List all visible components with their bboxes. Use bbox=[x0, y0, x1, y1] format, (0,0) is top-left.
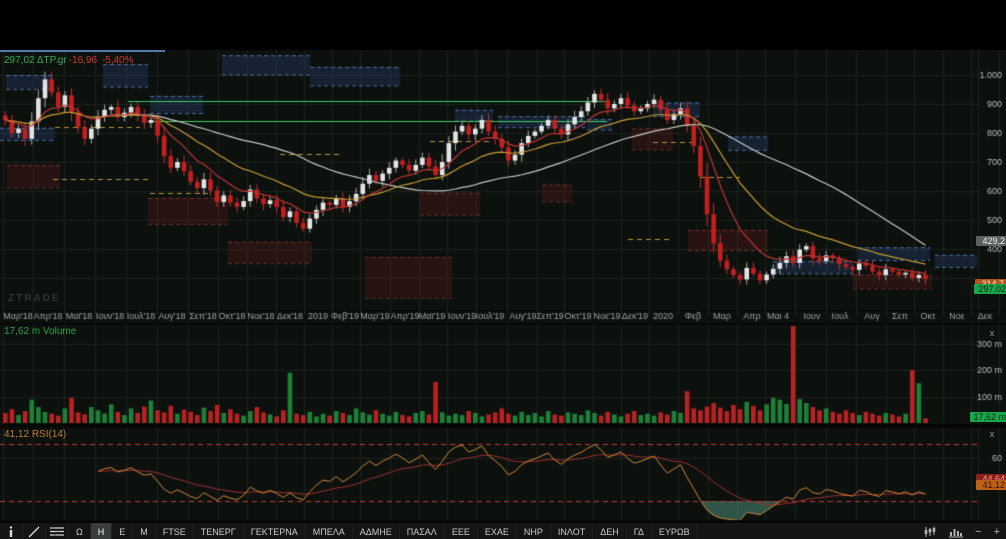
candles-view-icon[interactable] bbox=[917, 523, 943, 539]
timeframe-button-Ω[interactable]: Ω bbox=[69, 523, 91, 539]
symbol-legend: 297,02 ΔTP.gr -16,96 -5,40% bbox=[4, 55, 134, 66]
ticker-button-ΜΠΕΛΑ[interactable]: ΜΠΕΛΑ bbox=[306, 523, 353, 539]
timeframe-group: ΩΗΕΜ bbox=[69, 523, 156, 539]
symbol-name: ΔTP.gr bbox=[36, 55, 67, 66]
chart-canvas[interactable] bbox=[0, 0, 1006, 522]
ticker-shortcuts-group: FTSE ΤΕΝΕΡΓ ΓΕΚΤΕΡΝΑ ΜΠΕΛΑ ΑΔΜΗΕ ΠΑΣΑΛ ΕΕΕ ΕΧΑΕ… bbox=[156, 523, 698, 539]
trading-app: 297,02 ΔTP.gr -16,96 -5,40% 17,62 m Volum… bbox=[0, 0, 1006, 539]
info-icon[interactable] bbox=[0, 523, 23, 539]
ticker-button-ΓΕΚΤΕΡΝΑ[interactable]: ΓΕΚΤΕΡΝΑ bbox=[244, 523, 306, 539]
ticker-button-ΔΕΗ[interactable]: ΔΕΗ bbox=[593, 523, 627, 539]
zoom-controls: − + bbox=[917, 523, 1006, 539]
timeframe-button-Μ[interactable]: Μ bbox=[133, 523, 156, 539]
zoom-out-button[interactable]: − bbox=[969, 523, 987, 539]
timeframe-button-Ε[interactable]: Ε bbox=[112, 523, 134, 539]
ticker-button-ΤΕΝΕΡΓ[interactable]: ΤΕΝΕΡΓ bbox=[194, 523, 244, 539]
rsi-value: 41,12 bbox=[4, 429, 30, 440]
ma-white-value-badge: 429,2 bbox=[976, 236, 1006, 246]
ticker-button-ΓΔ[interactable]: ΓΔ bbox=[627, 523, 652, 539]
ticker-button-ΕΧΑΕ[interactable]: ΕΧΑΕ bbox=[478, 523, 517, 539]
active-tab-indicator bbox=[0, 50, 165, 52]
timeframe-button-Η[interactable]: Η bbox=[90, 523, 113, 539]
trendline-tool-icon[interactable] bbox=[23, 523, 46, 539]
rsi-pane-label: 41,12 RSI(14) bbox=[4, 429, 66, 440]
indicators-list-icon[interactable] bbox=[46, 523, 69, 539]
ticker-button-ΕΥΡΩΒ[interactable]: ΕΥΡΩΒ bbox=[652, 523, 698, 539]
ticker-button-FTSE[interactable]: FTSE bbox=[156, 523, 194, 539]
ticker-button-ΕΕΕ[interactable]: ΕΕΕ bbox=[445, 523, 478, 539]
rsi-value-badge: 41,12 bbox=[976, 480, 1006, 490]
bottom-toolbar: ΩΗΕΜ FTSE ΤΕΝΕΡΓ ΓΕΚΤΕΡΝΑ ΜΠΕΛΑ ΑΔΜΗΕ ΠΑΣΑΛ ΕΕ… bbox=[0, 522, 1006, 539]
rsi-indicator-name: RSI(14) bbox=[31, 429, 67, 440]
ticker-button-ΙΝΛΟΤ[interactable]: ΙΝΛΟΤ bbox=[551, 523, 594, 539]
volume-pane-close-icon[interactable]: x bbox=[986, 329, 998, 339]
zoom-in-button[interactable]: + bbox=[988, 523, 1006, 539]
platform-watermark: ZTRADE bbox=[8, 293, 61, 304]
price-change: -16,96 bbox=[68, 55, 98, 66]
current-volume-badge: 17,62 m bbox=[970, 412, 1006, 422]
ticker-button-ΑΔΜΗΕ[interactable]: ΑΔΜΗΕ bbox=[353, 523, 400, 539]
ticker-button-ΝΗΡ[interactable]: ΝΗΡ bbox=[517, 523, 551, 539]
volume-pane-label: 17,62 m Volume bbox=[4, 326, 76, 337]
last-price-badge: 297,02 bbox=[974, 284, 1006, 294]
ticker-button-ΠΑΣΑΛ[interactable]: ΠΑΣΑΛ bbox=[400, 523, 445, 539]
rsi-pane-close-icon[interactable]: x bbox=[986, 430, 998, 440]
volume-value: 17,62 m bbox=[4, 326, 41, 337]
price-change-pct: -5,40% bbox=[101, 55, 134, 66]
last-price: 297,02 bbox=[4, 55, 35, 66]
histogram-view-icon[interactable] bbox=[943, 523, 969, 539]
volume-indicator-name: Volume bbox=[42, 326, 77, 337]
